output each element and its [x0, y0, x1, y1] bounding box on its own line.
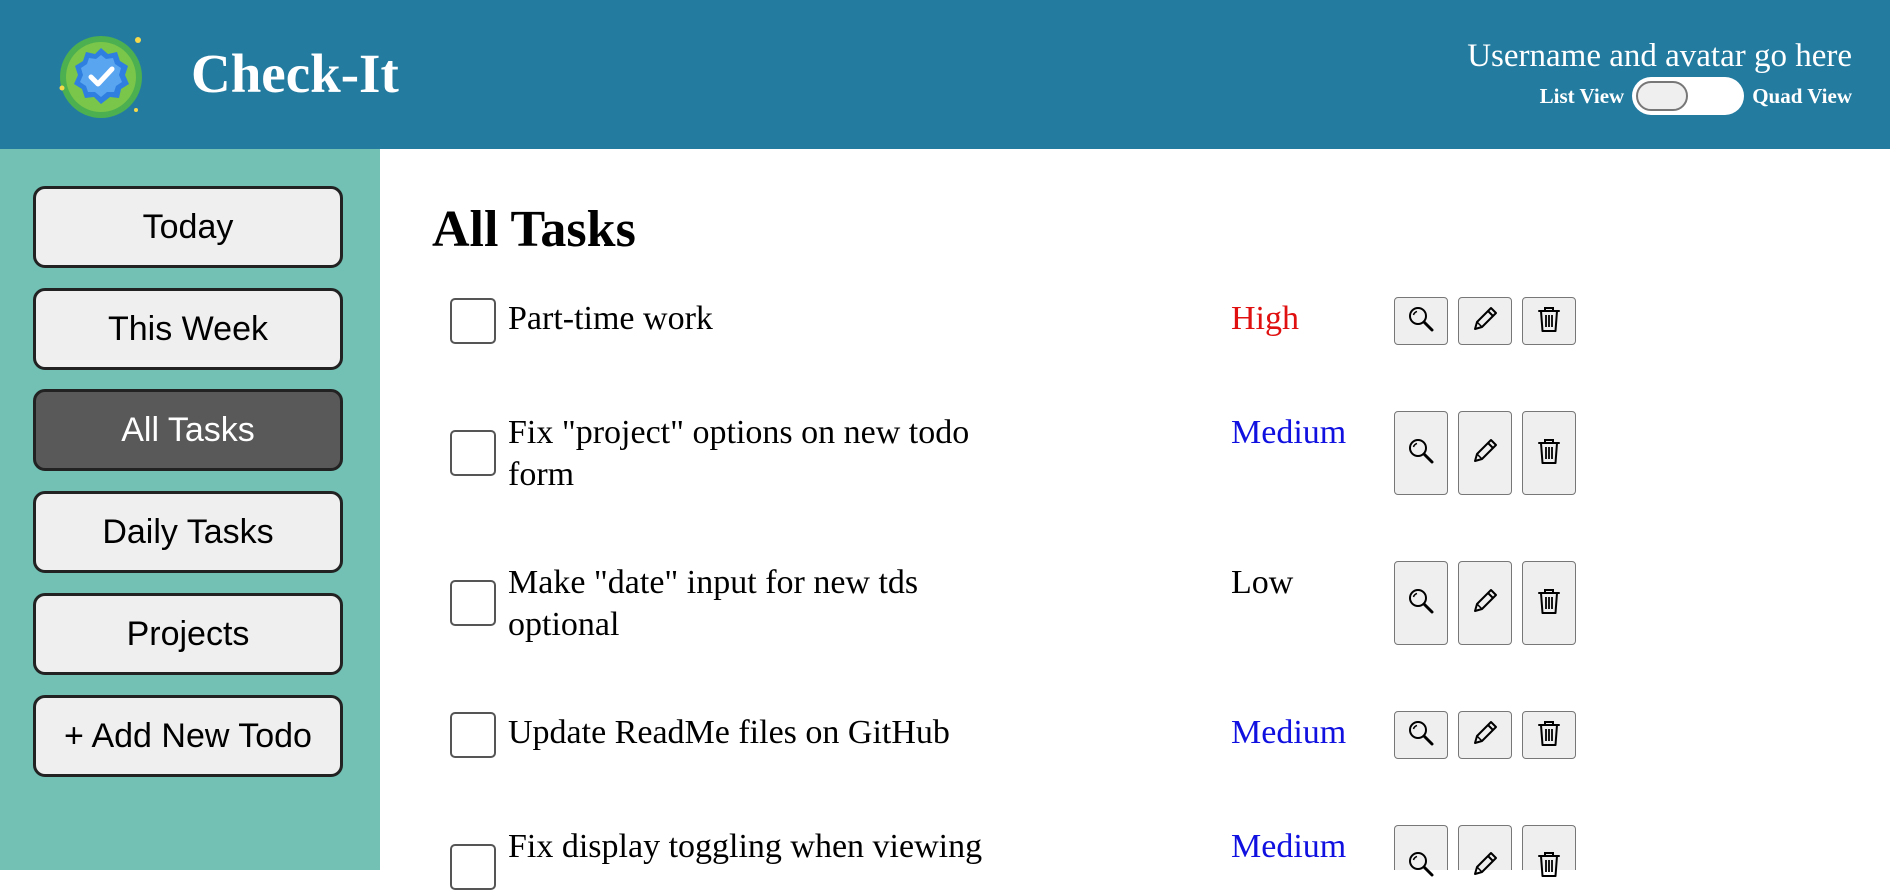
task-priority: Medium [1231, 714, 1347, 751]
nav-daily-tasks-button[interactable]: Daily Tasks [33, 491, 343, 573]
view-task-button[interactable] [1394, 825, 1448, 877]
task-name: Part-time work [508, 300, 713, 337]
user-area: Username and avatar go here List View Qu… [1467, 36, 1852, 116]
page-title: All Tasks [432, 201, 636, 258]
delete-task-button[interactable] [1522, 297, 1576, 345]
quad-view-label: Quad View [1752, 83, 1852, 108]
magnifier-icon [1405, 585, 1437, 622]
view-task-button[interactable] [1394, 411, 1448, 495]
task-checkbox[interactable] [450, 430, 496, 476]
pencil-icon [1469, 585, 1501, 622]
pencil-icon [1469, 717, 1501, 754]
edit-task-button[interactable] [1458, 711, 1512, 759]
trash-icon [1533, 303, 1565, 340]
user-placeholder-text: Username and avatar go here [1467, 38, 1852, 74]
delete-task-button[interactable] [1522, 411, 1576, 495]
app-header: Check-It Username and avatar go here Lis… [0, 0, 1890, 149]
task-checkbox[interactable] [450, 580, 496, 626]
magnifier-icon [1405, 303, 1437, 340]
task-priority: Low [1231, 564, 1294, 601]
list-view-label: List View [1539, 83, 1625, 108]
nav-projects-button[interactable]: Projects [33, 593, 343, 675]
task-priority: Medium [1231, 414, 1347, 451]
view-toggle-row: List View Quad View [1467, 76, 1852, 116]
view-task-button[interactable] [1394, 561, 1448, 645]
trash-icon [1533, 717, 1565, 754]
task-priority: High [1231, 300, 1299, 337]
nav-today-button[interactable]: Today [33, 186, 343, 268]
pencil-icon [1469, 848, 1501, 885]
view-toggle-switch[interactable] [1632, 77, 1745, 115]
trash-icon [1533, 585, 1565, 622]
delete-task-button[interactable] [1522, 825, 1576, 877]
nav-all-tasks-button[interactable]: All Tasks [33, 389, 343, 471]
trash-icon [1533, 435, 1565, 472]
edit-task-button[interactable] [1458, 825, 1512, 875]
task-checkbox[interactable] [450, 844, 496, 890]
magnifier-icon [1405, 717, 1437, 754]
view-task-button[interactable] [1394, 711, 1448, 759]
pencil-icon [1469, 303, 1501, 340]
edit-task-button[interactable] [1458, 297, 1512, 345]
magnifier-icon [1405, 848, 1437, 885]
task-checkbox[interactable] [450, 298, 496, 344]
pencil-icon [1469, 435, 1501, 472]
add-new-todo-button[interactable]: + Add New Todo [33, 695, 343, 777]
task-name: Fix display toggling when viewing [508, 828, 983, 865]
nav-this-week-button[interactable]: This Week [33, 288, 343, 370]
edit-task-button[interactable] [1458, 561, 1512, 645]
magnifier-icon [1405, 435, 1437, 472]
task-name: Update ReadMe files on GitHub [508, 714, 950, 751]
trash-icon [1533, 848, 1565, 885]
delete-task-button[interactable] [1522, 711, 1576, 759]
task-priority: Medium [1231, 828, 1347, 865]
sidebar: Today This Week All Tasks Daily Tasks Pr… [0, 149, 380, 870]
view-task-button[interactable] [1394, 297, 1448, 345]
toggle-knob [1636, 81, 1689, 111]
task-checkbox[interactable] [450, 712, 496, 758]
edit-task-button[interactable] [1458, 411, 1512, 495]
app-title: Check-It [191, 43, 399, 104]
task-name: Make "date" input for new tds optional [508, 564, 919, 643]
app-logo-icon [54, 30, 148, 124]
delete-task-button[interactable] [1522, 561, 1576, 645]
task-name: Fix "project" options on new todo form [508, 414, 970, 493]
